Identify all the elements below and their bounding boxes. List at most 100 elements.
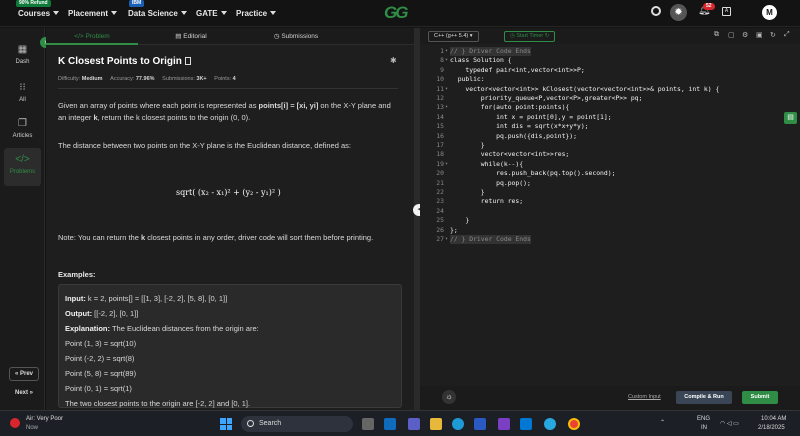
- theme-toggle-icon[interactable]: ✹: [670, 4, 687, 21]
- fold-arrow-icon[interactable]: ▾: [445, 47, 448, 56]
- app-icon[interactable]: [498, 418, 510, 430]
- code-line[interactable]: 18 vector<vector<int>>res;: [420, 150, 800, 159]
- clock-time[interactable]: 10:04 AM: [761, 416, 786, 422]
- code-line[interactable]: 27 ▾// } Driver Code Ends: [420, 235, 800, 245]
- code-line[interactable]: 13 ▾ for(auto point:points){: [420, 103, 800, 112]
- code-line[interactable]: 23 return res;: [420, 197, 800, 206]
- editor-panel: C++ (g++ 5.4) ▾ ◷ Start Timer ↻ ⧉ ▢ ⚙ ▣ …: [420, 28, 800, 410]
- refresh-icon[interactable]: ↻: [770, 31, 776, 39]
- fold-arrow-icon[interactable]: ▾: [445, 85, 448, 94]
- code-line[interactable]: 21 pq.pop();: [420, 179, 800, 188]
- nav-courses[interactable]: Courses: [18, 9, 60, 18]
- example-line: The two closest points to the origin are…: [65, 399, 251, 408]
- nav-gate[interactable]: GATE: [196, 9, 227, 18]
- code-line[interactable]: 10 public:: [420, 75, 800, 84]
- editor-toolbar: C++ (g++ 5.4) ▾ ◷ Start Timer ↻ ⧉ ▢ ⚙ ▣ …: [420, 28, 800, 44]
- language-indicator[interactable]: ENG: [697, 416, 710, 422]
- tab-submissions[interactable]: ◷ Submissions: [246, 28, 346, 45]
- code-line[interactable]: 11 ▾ vector<vector<int>> kClosest(vector<…: [420, 85, 800, 94]
- tab-problem[interactable]: </> Problem: [46, 28, 138, 45]
- mail-icon[interactable]: [384, 418, 396, 430]
- code-text: }: [450, 141, 485, 149]
- articles-icon: ❐: [18, 118, 27, 129]
- timer-icon: ◷: [510, 33, 515, 39]
- sidebar-item-dash[interactable]: ▦ Dash: [4, 38, 41, 76]
- bookmark-icon[interactable]: [184, 57, 191, 65]
- copy-icon[interactable]: ⧉: [714, 31, 719, 39]
- teams-icon[interactable]: [408, 418, 420, 430]
- line-number: 25: [436, 216, 444, 225]
- code-line[interactable]: 1 ▾// } Driver Code Ends: [420, 47, 800, 57]
- theme-sun-icon[interactable]: ☼: [442, 390, 456, 404]
- code-text: typedef pair<int,vector<int>>P;: [450, 65, 585, 74]
- app-icon[interactable]: [544, 418, 556, 430]
- settings-icon[interactable]: ⚙: [742, 31, 748, 39]
- code-line[interactable]: 12 priority_queue<P,vector<P>,greater<P>…: [420, 94, 800, 103]
- translate-icon[interactable]: A: [722, 7, 731, 16]
- expand-icon[interactable]: ⤢: [784, 31, 790, 39]
- search-icon[interactable]: [651, 6, 661, 16]
- line-number: 9: [440, 65, 444, 74]
- sidebar-item-articles[interactable]: ❐ Articles: [4, 112, 41, 150]
- fold-arrow-icon[interactable]: ▾: [445, 56, 448, 65]
- chrome-icon[interactable]: [568, 418, 580, 430]
- fold-arrow-icon[interactable]: ▾: [445, 235, 448, 244]
- sidebar-item-problems[interactable]: </> Problems: [4, 148, 41, 186]
- top-nav: 90% Refund Courses Placement IBM Data Sc…: [0, 0, 800, 27]
- compile-run-button[interactable]: Compile & Run: [676, 391, 732, 404]
- code-text: // } Driver Code Ends: [450, 235, 531, 245]
- custom-input-link[interactable]: Custom Input: [628, 394, 661, 400]
- store-icon[interactable]: [474, 418, 486, 430]
- code-line[interactable]: 17 }: [420, 141, 800, 150]
- nav-practice[interactable]: Practice: [236, 9, 277, 18]
- code-line[interactable]: 16 pq.push({dis,point});: [420, 132, 800, 141]
- fold-arrow-icon[interactable]: ▾: [445, 160, 448, 169]
- avatar[interactable]: M: [762, 5, 777, 20]
- code-line[interactable]: 15 int dis = sqrt(x*x+y*y);: [420, 122, 800, 131]
- text: Note: You can return the: [58, 233, 141, 242]
- code-line[interactable]: 26};: [420, 226, 800, 235]
- sidebar-item-all[interactable]: ⁝⁝ All: [4, 76, 41, 114]
- code-icon[interactable]: ▢: [728, 31, 735, 39]
- line-number: 21: [436, 178, 444, 187]
- weather-icon[interactable]: [10, 418, 20, 428]
- start-timer-button[interactable]: ◷ Start Timer ↻: [504, 31, 556, 42]
- line-number: 11: [436, 84, 444, 93]
- tab-editorial[interactable]: ▤ Editorial: [156, 28, 226, 45]
- gfg-logo[interactable]: GG: [384, 3, 408, 23]
- task-view-icon[interactable]: [362, 418, 374, 430]
- app-icon[interactable]: [520, 418, 532, 430]
- weather-title: Air: Very Poor: [26, 416, 64, 422]
- nav-data-science[interactable]: Data Science: [128, 9, 187, 18]
- problem-statement: Given an array of points where each poin…: [58, 100, 398, 124]
- line-number: 15: [436, 122, 444, 131]
- code-line[interactable]: 24: [420, 207, 800, 216]
- next-button[interactable]: Next »: [9, 387, 39, 401]
- code-editor[interactable]: 1 ▾// } Driver Code Ends 8 ▾ class Solution …: [420, 45, 800, 385]
- value: [[-2, 2], [0, 1]]: [92, 309, 139, 318]
- chat-icon[interactable]: ▤: [784, 112, 797, 124]
- prev-button[interactable]: « Prev: [9, 367, 39, 381]
- code-line[interactable]: 8 ▾ class Solution {: [420, 56, 800, 65]
- code-line[interactable]: 22 }: [420, 188, 800, 197]
- submit-button[interactable]: Submit: [742, 391, 778, 404]
- edge-icon[interactable]: [452, 418, 464, 430]
- chevron-down-icon: [53, 11, 60, 15]
- code-line[interactable]: 20 res.push_back(pq.top().second);: [420, 169, 800, 178]
- fold-arrow-icon[interactable]: ▾: [445, 103, 448, 112]
- problem-content: K Closest Points to Origin ✱ Difficulty:…: [46, 46, 410, 410]
- language-select[interactable]: C++ (g++ 5.4) ▾: [428, 31, 479, 42]
- bug-icon[interactable]: ✱: [390, 56, 397, 65]
- points-value: 4: [232, 76, 236, 82]
- fullscreen-icon[interactable]: ▣: [756, 31, 763, 39]
- file-explorer-icon[interactable]: [430, 418, 442, 430]
- code-line[interactable]: 14 int x = point[0],y = point[1];: [420, 113, 800, 122]
- taskbar-search[interactable]: Search: [241, 416, 353, 432]
- code-line[interactable]: 19 ▾ while(k--){: [420, 160, 800, 169]
- code-line[interactable]: 25 }: [420, 216, 800, 225]
- nav-placement[interactable]: Placement: [68, 9, 118, 18]
- start-icon[interactable]: [220, 418, 232, 430]
- wifi-icon[interactable]: ◠ ◁ ▭: [720, 420, 739, 427]
- tray-chevron-icon[interactable]: ⌃: [660, 419, 665, 426]
- code-line[interactable]: 9 typedef pair<int,vector<int>>P;: [420, 66, 800, 75]
